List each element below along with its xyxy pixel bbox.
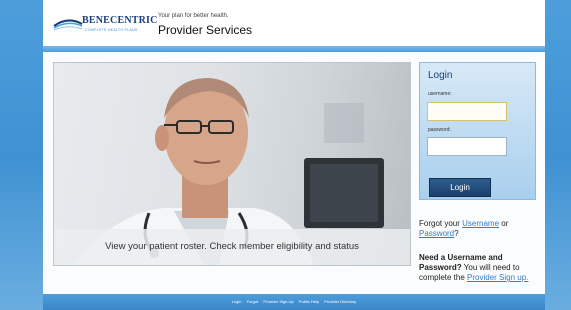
hero-image: View your patient roster. Check member e… [53,62,411,266]
footer-link-forgot[interactable]: Forgot [247,299,259,304]
signup-prompt: Need a Username and Password? You will n… [419,253,534,283]
forgot-credentials-text: Forgot your Username or Password? [419,219,534,239]
footer-bar: Login Forgot Provider Sign-Up Public Hel… [43,294,545,310]
footer-link-provider-signup[interactable]: Provider Sign-Up [263,299,293,304]
logo-subtext: COMPLETE HEALTH PLANS [85,28,138,32]
forgot-prefix: Forgot your [419,219,463,228]
footer-link-provider-directory[interactable]: Provider Directory [324,299,356,304]
password-label: password: [428,127,451,133]
login-title: Login [428,70,453,81]
login-panel: Login username: password: Login [419,62,536,200]
forgot-or: or [499,219,509,228]
login-button[interactable]: Login [429,178,491,197]
logo-brand-text: BENECENTRIC [82,15,158,26]
forgot-username-link[interactable]: Username [462,219,499,228]
provider-signup-link[interactable]: Provider Sign up. [467,273,528,282]
tagline: Your plan for better health. [158,13,229,19]
logo-swoosh-icon [53,19,83,31]
username-label: username: [428,91,452,97]
footer-link-login[interactable]: Login [232,299,242,304]
header-accent-bar [43,46,545,52]
footer-link-public-help[interactable]: Public Help [299,299,319,304]
hero-caption: View your patient roster. Check member e… [54,229,410,265]
username-input[interactable] [427,102,507,121]
benecentric-logo[interactable]: BENECENTRIC COMPLETE HEALTH PLANS [53,10,157,38]
footer-links: Login Forgot Provider Sign-Up Public Hel… [43,294,545,310]
header: BENECENTRIC COMPLETE HEALTH PLANS Your p… [43,0,545,46]
page-title: Provider Services [158,23,253,37]
page-container: BENECENTRIC COMPLETE HEALTH PLANS Your p… [43,0,545,310]
forgot-suffix: ? [454,229,459,238]
password-input[interactable] [427,137,507,156]
forgot-password-link[interactable]: Password [419,229,454,238]
